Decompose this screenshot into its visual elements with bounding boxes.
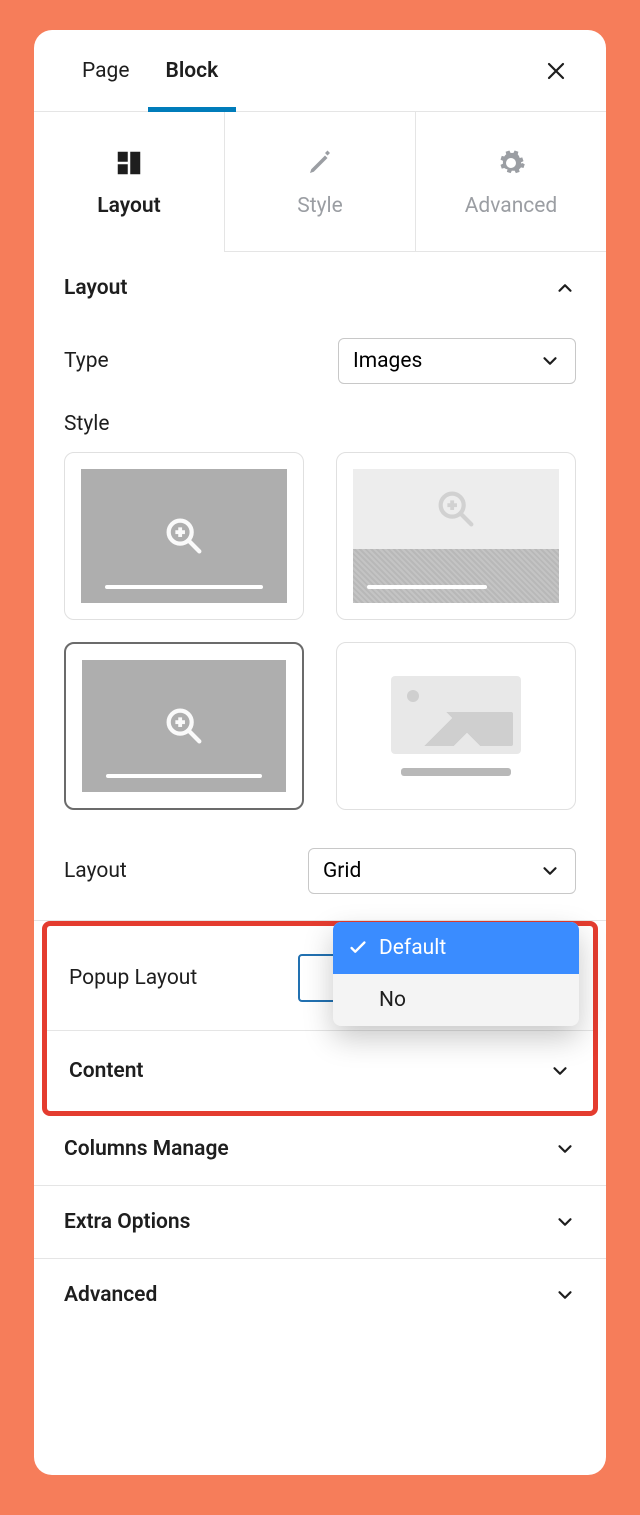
section-extra-header[interactable]: Extra Options (34, 1186, 606, 1258)
section-layout-body: Type Images Style (34, 324, 606, 920)
highlight-box: Popup Layout Default No Content (42, 921, 598, 1116)
type-label: Type (64, 349, 109, 373)
field-style: Style (64, 398, 576, 440)
chevron-up-icon (554, 277, 576, 299)
popup-option-default[interactable]: Default (333, 922, 579, 974)
tab-block[interactable]: Block (148, 30, 237, 111)
popup-layout-label: Popup Layout (69, 966, 270, 990)
type-select[interactable]: Images (338, 338, 576, 384)
chevron-down-icon (554, 1284, 576, 1306)
subtab-layout[interactable]: Layout (34, 112, 225, 252)
section-layout-title: Layout (64, 276, 127, 300)
pencil-icon (305, 148, 335, 178)
chevron-down-icon (554, 1211, 576, 1233)
magnifier-icon (161, 513, 207, 559)
close-icon (544, 59, 568, 83)
layout-label: Layout (64, 859, 127, 883)
style-label: Style (64, 412, 110, 436)
subtab-advanced[interactable]: Advanced (416, 112, 606, 252)
subtab-style[interactable]: Style (225, 112, 416, 252)
sub-tabs: Layout Style Advanced (34, 112, 606, 252)
section-content-header[interactable]: Content (47, 1031, 593, 1111)
field-popup-layout: Popup Layout Default No (47, 926, 593, 1031)
layout-select[interactable]: Grid (308, 848, 576, 894)
section-layout-header[interactable]: Layout (34, 252, 606, 324)
popup-option-no-label: No (379, 988, 406, 1012)
layout-icon (114, 148, 144, 178)
subtab-style-label: Style (297, 194, 343, 218)
section-columns: Columns Manage (34, 1113, 606, 1186)
section-columns-title: Columns Manage (64, 1137, 229, 1161)
magnifier-icon (161, 703, 207, 749)
section-columns-header[interactable]: Columns Manage (34, 1113, 606, 1185)
popup-layout-dropdown: Default No (333, 922, 579, 1026)
popup-option-default-label: Default (379, 936, 446, 960)
field-type: Type Images (64, 324, 576, 398)
style-option-1[interactable] (64, 452, 304, 620)
layout-select-value: Grid (323, 859, 361, 883)
style-options (64, 452, 576, 810)
chevron-down-icon (539, 860, 561, 882)
type-select-value: Images (353, 349, 422, 373)
section-content-title: Content (69, 1059, 143, 1083)
chevron-down-icon (549, 1060, 571, 1082)
style-option-2[interactable] (336, 452, 576, 620)
top-tabs: Page Block (34, 30, 606, 112)
section-advanced: Advanced (34, 1259, 606, 1331)
gear-icon (496, 148, 526, 178)
tab-page[interactable]: Page (64, 30, 148, 111)
block-settings-panel: Page Block Layout Style Advanced (34, 30, 606, 1475)
image-placeholder-icon (391, 676, 521, 754)
check-icon (347, 937, 369, 959)
popup-option-no[interactable]: No (333, 974, 579, 1026)
chevron-down-icon (539, 350, 561, 372)
magnifier-icon (433, 486, 479, 532)
section-extra-title: Extra Options (64, 1210, 190, 1234)
chevron-down-icon (554, 1138, 576, 1160)
section-advanced-header[interactable]: Advanced (34, 1259, 606, 1331)
subtab-layout-label: Layout (97, 194, 160, 218)
section-layout: Layout Type Images Style (34, 252, 606, 921)
section-extra: Extra Options (34, 1186, 606, 1259)
section-advanced-title: Advanced (64, 1283, 157, 1307)
subtab-advanced-label: Advanced (465, 194, 558, 218)
style-option-4[interactable] (336, 642, 576, 810)
field-layout: Layout Grid (64, 834, 576, 894)
close-button[interactable] (536, 51, 576, 91)
style-option-3[interactable] (64, 642, 304, 810)
